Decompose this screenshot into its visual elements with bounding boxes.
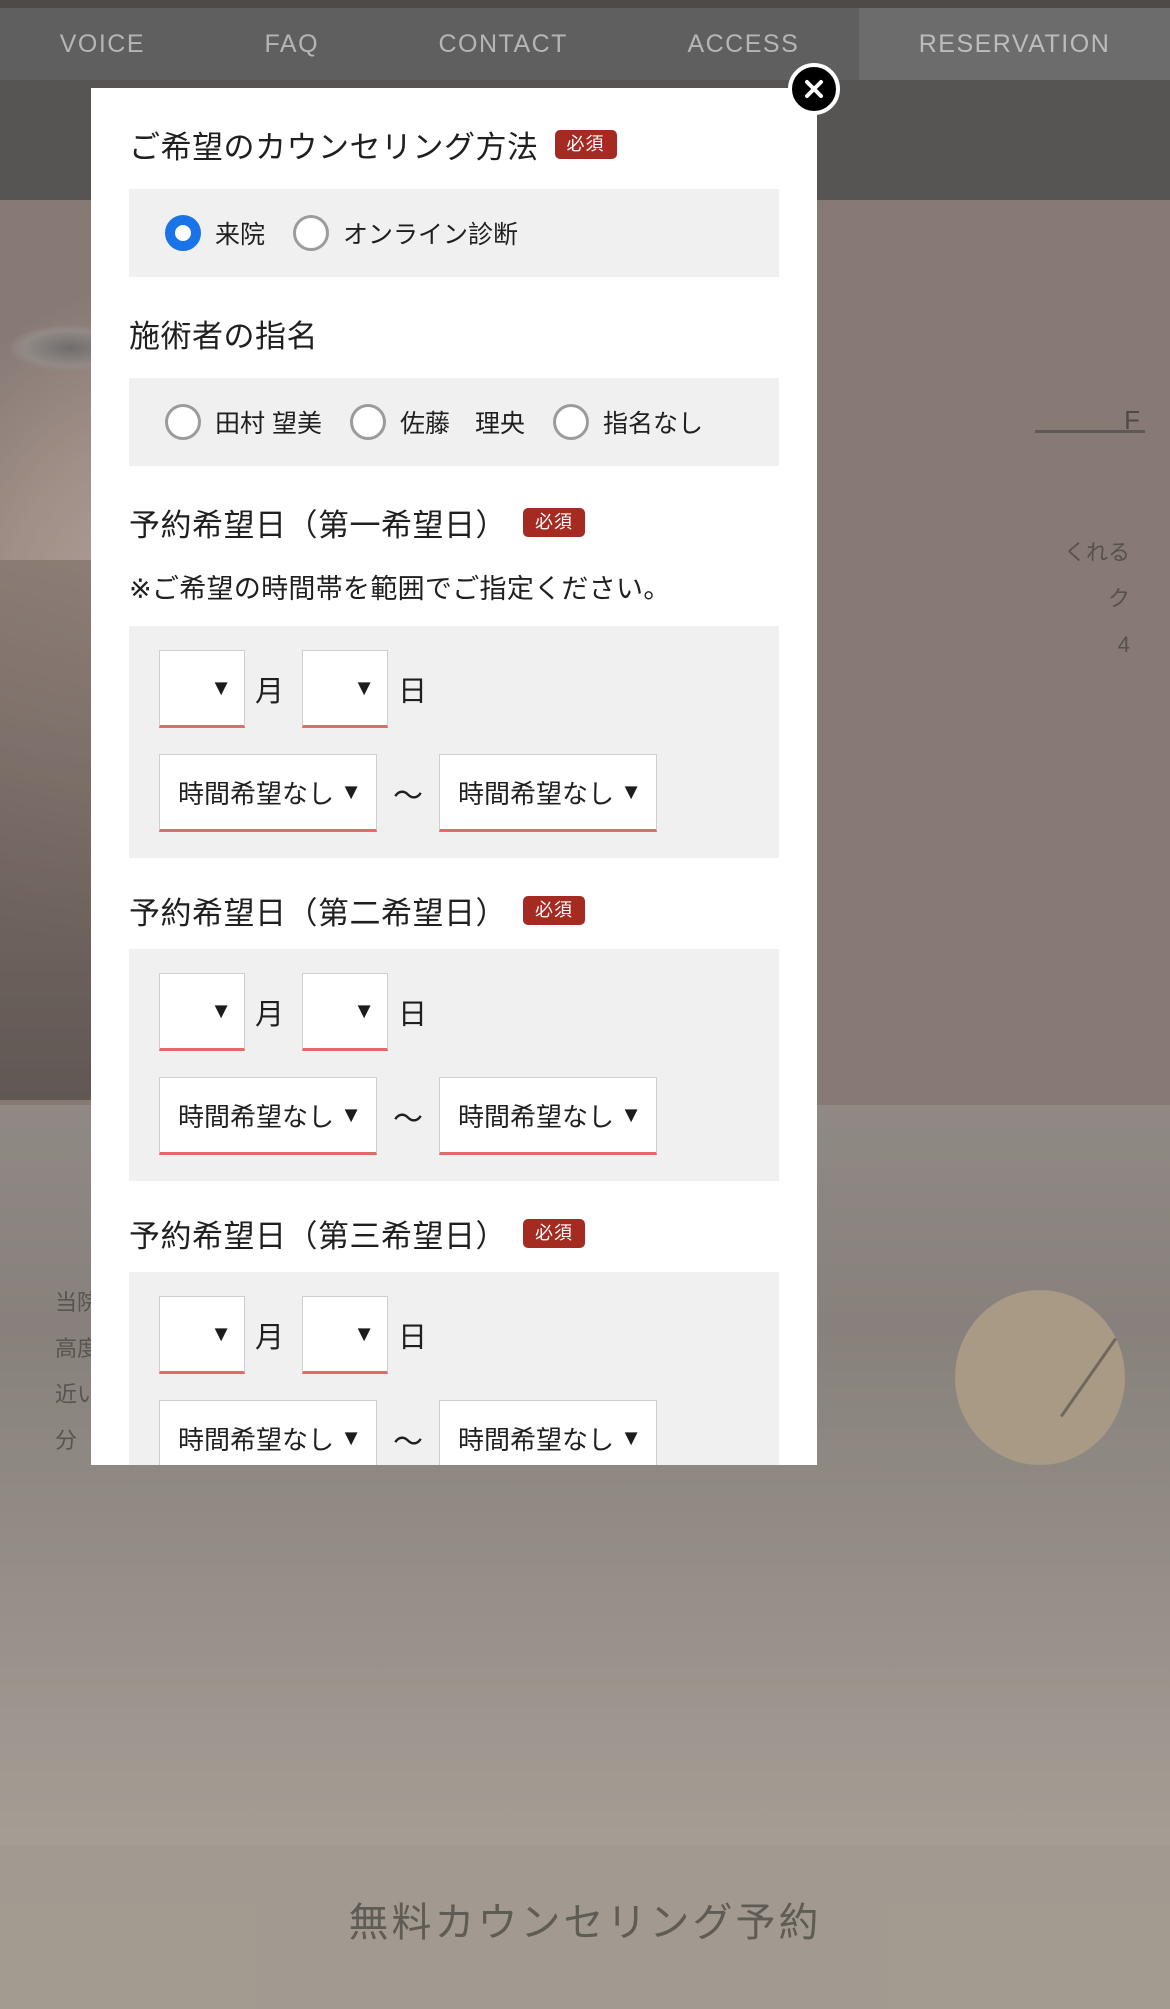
radio-icon[interactable]	[349, 404, 386, 440]
chevron-down-icon: ▼	[210, 1321, 232, 1346]
chevron-down-icon: ▼	[353, 1321, 376, 1346]
date-second-fields: ▼ 月 ▼ 日 時間希望なし ▼ 〜 時間希望なし ▼	[129, 949, 779, 1181]
close-icon	[805, 80, 823, 98]
day-select[interactable]: ▼	[302, 973, 389, 1051]
date-third-heading: 予約希望日（第三希望日） 必須	[129, 1181, 779, 1272]
modal-content: ご希望のカウンセリング方法 必須 来院 オンライン診断 施術者の指名 田村 望美…	[91, 88, 817, 1465]
radio-icon[interactable]	[293, 215, 330, 251]
day-unit-label: 日	[398, 999, 428, 1031]
time-from-value: 時間希望なし	[178, 1101, 335, 1132]
day-select[interactable]: ▼	[302, 650, 389, 728]
time-to-value: 時間希望なし	[458, 778, 615, 809]
required-badge: 必須	[523, 896, 585, 925]
chevron-down-icon: ▼	[620, 779, 642, 804]
time-from-select[interactable]: 時間希望なし ▼	[159, 1077, 377, 1155]
radio-option-tamura[interactable]: 田村 望美	[165, 404, 322, 440]
section-practitioner: 施術者の指名 田村 望美 佐藤 理央 指名なし	[91, 277, 817, 466]
practitioner-options: 田村 望美 佐藤 理央 指名なし	[129, 378, 779, 466]
radio-label: 指名なし	[602, 410, 703, 438]
radio-icon[interactable]	[165, 215, 201, 251]
close-button[interactable]	[788, 63, 840, 115]
date-first-title: 予約希望日（第一希望日）	[129, 508, 507, 543]
month-unit-label: 月	[255, 999, 285, 1031]
time-to-value: 時間希望なし	[458, 1424, 615, 1455]
chevron-down-icon: ▼	[340, 1425, 362, 1450]
radio-label: 田村 望美	[215, 410, 322, 438]
date-first-time-row: 時間希望なし ▼ 〜 時間希望なし ▼	[159, 754, 749, 832]
time-to-select[interactable]: 時間希望なし ▼	[439, 1077, 657, 1155]
date-third-title: 予約希望日（第三希望日）	[129, 1219, 507, 1254]
day-unit-label: 日	[398, 676, 428, 708]
month-select[interactable]: ▼	[159, 1296, 245, 1374]
chevron-down-icon: ▼	[210, 675, 232, 700]
time-range-separator: 〜	[393, 780, 423, 813]
time-to-value: 時間希望なし	[458, 1101, 615, 1132]
time-from-select[interactable]: 時間希望なし ▼	[159, 754, 377, 832]
day-unit-label: 日	[398, 1322, 428, 1354]
section-counseling-method: ご希望のカウンセリング方法 必須 来院 オンライン診断	[91, 88, 817, 277]
chevron-down-icon: ▼	[210, 998, 232, 1023]
radio-option-visit[interactable]: 来院	[165, 215, 265, 251]
chevron-down-icon: ▼	[620, 1425, 642, 1450]
radio-option-online[interactable]: オンライン診断	[293, 215, 518, 251]
month-unit-label: 月	[255, 1322, 285, 1354]
practitioner-heading: 施術者の指名	[129, 277, 779, 378]
chevron-down-icon: ▼	[353, 998, 376, 1023]
month-select[interactable]: ▼	[159, 973, 245, 1051]
chevron-down-icon: ▼	[353, 675, 376, 700]
reservation-modal: ご希望のカウンセリング方法 必須 来院 オンライン診断 施術者の指名 田村 望美…	[91, 88, 817, 1465]
date-first-fields: ▼ 月 ▼ 日 時間希望なし ▼ 〜 時間希望なし ▼	[129, 626, 779, 858]
time-to-select[interactable]: 時間希望なし ▼	[439, 754, 657, 832]
date-third-time-row: 時間希望なし ▼ 〜 時間希望なし ▼	[159, 1400, 749, 1465]
time-range-separator: 〜	[393, 1426, 423, 1459]
radio-option-no-preference[interactable]: 指名なし	[552, 404, 703, 440]
time-to-select[interactable]: 時間希望なし ▼	[439, 1400, 657, 1465]
chevron-down-icon: ▼	[340, 779, 362, 804]
time-from-value: 時間希望なし	[178, 1424, 335, 1455]
section-date-third: 予約希望日（第三希望日） 必須 ▼ 月 ▼ 日 時間希望なし ▼ 〜 時間希望な…	[91, 1181, 817, 1465]
time-from-value: 時間希望なし	[178, 778, 335, 809]
screen: F くれる ク 4 当院 高度 近い 分 無料カウンセリング予約 VOICE F…	[0, 0, 1170, 2009]
date-second-day-row: ▼ 月 ▼ 日	[159, 973, 749, 1051]
day-select[interactable]: ▼	[302, 1296, 389, 1374]
radio-label: オンライン診断	[343, 221, 519, 249]
counseling-method-options: 来院 オンライン診断	[129, 189, 779, 277]
radio-icon[interactable]	[552, 404, 589, 440]
time-range-separator: 〜	[393, 1103, 423, 1136]
chevron-down-icon: ▼	[340, 1102, 362, 1127]
date-third-fields: ▼ 月 ▼ 日 時間希望なし ▼ 〜 時間希望なし ▼	[129, 1272, 779, 1465]
section-date-first: 予約希望日（第一希望日） 必須 ※ご希望の時間帯を範囲でご指定ください。 ▼ 月…	[91, 466, 817, 858]
date-first-note: ※ご希望の時間帯を範囲でご指定ください。	[129, 574, 671, 604]
radio-icon[interactable]	[165, 404, 201, 440]
radio-option-sato[interactable]: 佐藤 理央	[349, 404, 525, 440]
chevron-down-icon: ▼	[620, 1102, 642, 1127]
month-unit-label: 月	[255, 676, 285, 708]
date-third-day-row: ▼ 月 ▼ 日	[159, 1296, 749, 1374]
time-from-select[interactable]: 時間希望なし ▼	[159, 1400, 377, 1465]
radio-label: 佐藤 理央	[399, 410, 525, 438]
date-first-day-row: ▼ 月 ▼ 日	[159, 650, 749, 728]
date-second-heading: 予約希望日（第二希望日） 必須	[129, 858, 779, 949]
required-badge: 必須	[554, 130, 617, 159]
counseling-method-title: ご希望のカウンセリング方法	[129, 130, 539, 165]
counseling-method-heading: ご希望のカウンセリング方法 必須	[129, 88, 779, 189]
date-second-title: 予約希望日（第二希望日）	[129, 896, 507, 931]
month-select[interactable]: ▼	[159, 650, 245, 728]
radio-label: 来院	[215, 221, 266, 249]
required-badge: 必須	[523, 508, 585, 537]
section-date-second: 予約希望日（第二希望日） 必須 ▼ 月 ▼ 日 時間希望なし ▼ 〜 時間希望な…	[91, 858, 817, 1181]
required-badge: 必須	[523, 1219, 585, 1248]
practitioner-title: 施術者の指名	[129, 319, 318, 354]
date-second-time-row: 時間希望なし ▼ 〜 時間希望なし ▼	[159, 1077, 749, 1155]
date-first-heading: 予約希望日（第一希望日） 必須	[129, 466, 779, 567]
